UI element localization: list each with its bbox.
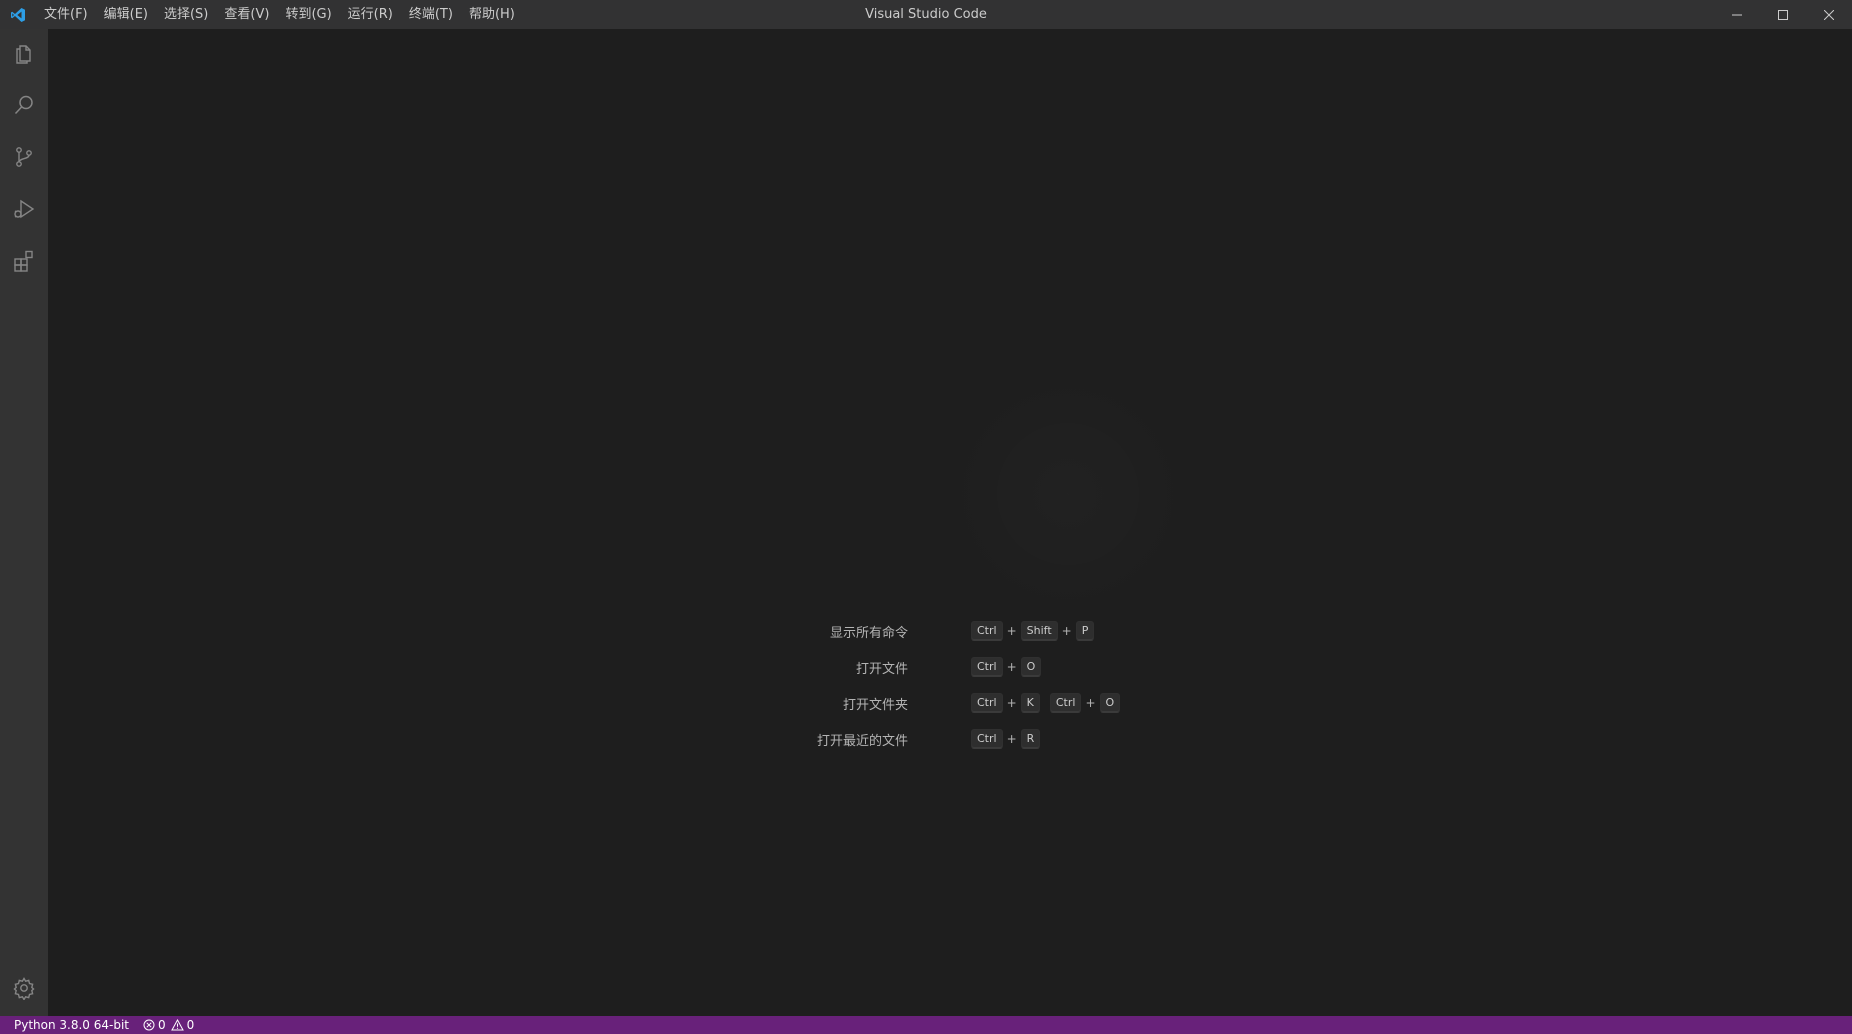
shortcut-label: 打开最近的文件 [816,733,908,749]
run-debug-icon[interactable] [0,185,48,233]
menu-go[interactable]: 转到(G) [277,0,339,29]
key: Shift [1020,621,1058,641]
key-plus: + [1006,732,1017,746]
key-plus: + [1006,696,1017,710]
editor-area: 显示所有命令 Ctrl + Shift + P 打开文件 Ctrl + O 打开… [48,29,1852,1016]
error-icon [143,1019,155,1031]
key-plus: + [1006,660,1017,674]
activity-bar [0,29,48,1016]
key: Ctrl [971,657,1003,677]
gear-icon[interactable] [0,964,48,1012]
shortcut-row-open-folder[interactable]: 打开文件夹 Ctrl + K Ctrl + O [48,693,1852,713]
key: Ctrl [971,621,1003,641]
shortcut-keys: Ctrl + Shift + P [971,621,1095,641]
key: K [1020,693,1040,713]
menu-edit[interactable]: 编辑(E) [96,0,156,29]
key: Ctrl [971,693,1003,713]
source-control-icon[interactable] [0,133,48,181]
shortcut-keys: Ctrl + K Ctrl + O [971,693,1121,713]
vscode-logo-icon [0,0,36,29]
key: O [1020,657,1042,677]
warning-count: 0 [186,1018,195,1032]
shortcut-row-open-file[interactable]: 打开文件 Ctrl + O [48,657,1852,677]
shortcut-keys: Ctrl + R [971,729,1041,749]
title-bar: 文件(F) 编辑(E) 选择(S) 查看(V) 转到(G) 运行(R) 终端(T… [0,0,1852,29]
maximize-button[interactable] [1760,0,1806,29]
key: P [1075,621,1095,641]
menu-help[interactable]: 帮助(H) [461,0,523,29]
key-plus: + [1061,624,1072,638]
extensions-icon[interactable] [0,237,48,285]
error-count: 0 [158,1018,166,1032]
key: R [1020,729,1041,749]
warning-icon [170,1019,184,1031]
explorer-icon[interactable] [0,29,48,77]
problems-indicator[interactable]: 0 0 [136,1016,201,1034]
shortcut-label: 打开文件夹 [842,697,908,713]
menu-terminal[interactable]: 终端(T) [401,0,461,29]
shortcut-row-open-recent[interactable]: 打开最近的文件 Ctrl + R [48,729,1852,749]
key: Ctrl [1049,693,1082,713]
shortcut-row-show-commands[interactable]: 显示所有命令 Ctrl + Shift + P [48,621,1852,641]
shortcut-label: 显示所有命令 [829,625,908,641]
menu-file[interactable]: 文件(F) [36,0,96,29]
menu-bar: 文件(F) 编辑(E) 选择(S) 查看(V) 转到(G) 运行(R) 终端(T… [36,0,523,29]
shortcut-label: 打开文件 [855,661,908,677]
key-plus: + [1085,696,1096,710]
close-button[interactable] [1806,0,1852,29]
menu-run[interactable]: 运行(R) [340,0,401,29]
maximize-icon [1778,9,1788,20]
key: O [1099,693,1121,713]
python-interpreter[interactable]: Python 3.8.0 64-bit [0,1016,136,1034]
shortcut-keys: Ctrl + O [971,657,1042,677]
minimize-button[interactable] [1714,0,1760,29]
window-controls [1714,0,1852,29]
menu-view[interactable]: 查看(V) [216,0,277,29]
minimize-icon [1732,14,1742,15]
close-icon [1824,9,1834,20]
key-plus: + [1006,624,1017,638]
vscode-watermark-icon [943,369,1193,619]
key: Ctrl [971,729,1003,749]
search-icon[interactable] [0,81,48,129]
status-bar: Python 3.8.0 64-bit 0 0 [0,1016,1852,1034]
menu-selection[interactable]: 选择(S) [156,0,216,29]
